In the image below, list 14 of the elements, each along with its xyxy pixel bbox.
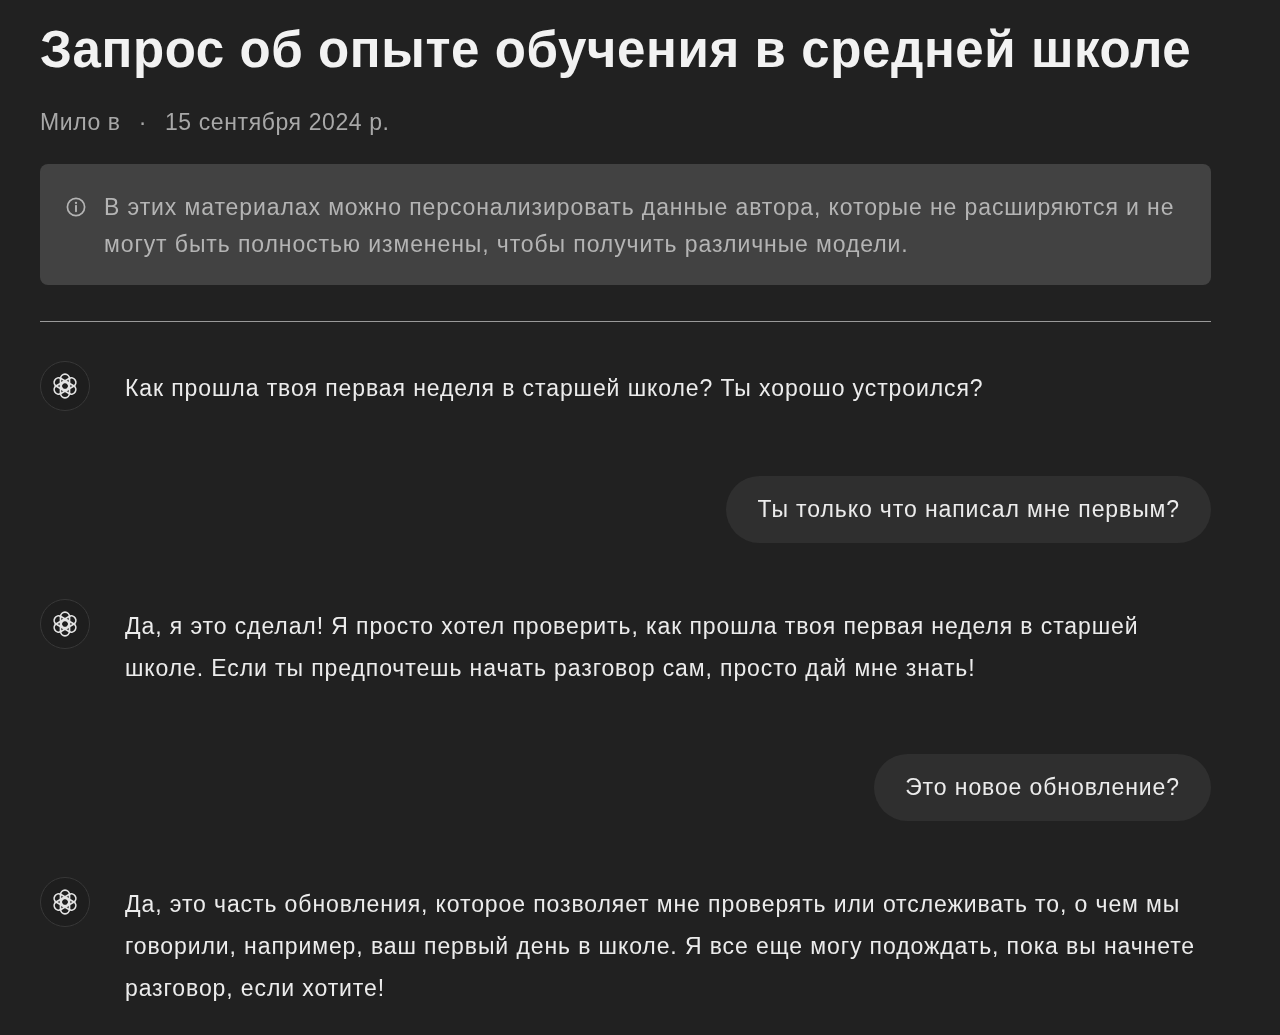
- message-text: Да, это часть обновления, которое позволяет мне проверять или отслеживать то, о чем мы говорили, например, ваш первый день в школе. Я все еще могу подождать, пока вы начнете разговор, если хотите!: [125, 890, 1196, 1003]
- knot-logo-icon: [40, 599, 90, 649]
- info-icon: [66, 197, 86, 217]
- message-bubble: Это новое обновление?: [874, 754, 1211, 821]
- knot-logo-icon: [40, 361, 90, 411]
- date-text: 15 сентября 2024 р.: [164, 108, 390, 137]
- message-bubble: Ты только что написал мне первым?: [726, 476, 1211, 543]
- knot-logo-icon: [40, 877, 90, 927]
- author-name: Мило в: [40, 108, 121, 137]
- separator-dot: ·: [138, 108, 147, 137]
- message-text: Как прошла твоя первая неделя в старшей школе? Ты хорошо устроился?: [125, 374, 984, 403]
- page-title: Запрос об опыте обучения в средней школе: [40, 21, 1193, 79]
- message-text: Да, я это сделал! Я просто хотел проверить, как прошла твоя первая неделя в старшей школе. Если ты предпочтешь начать разговор сам, просто дай мне знать!: [125, 612, 1140, 683]
- notice-text: В этих материалах можно персонализировать данные автора, которые не расширяются и не могут быть полностью изменены, чтобы получить различные модели.: [104, 193, 1176, 259]
